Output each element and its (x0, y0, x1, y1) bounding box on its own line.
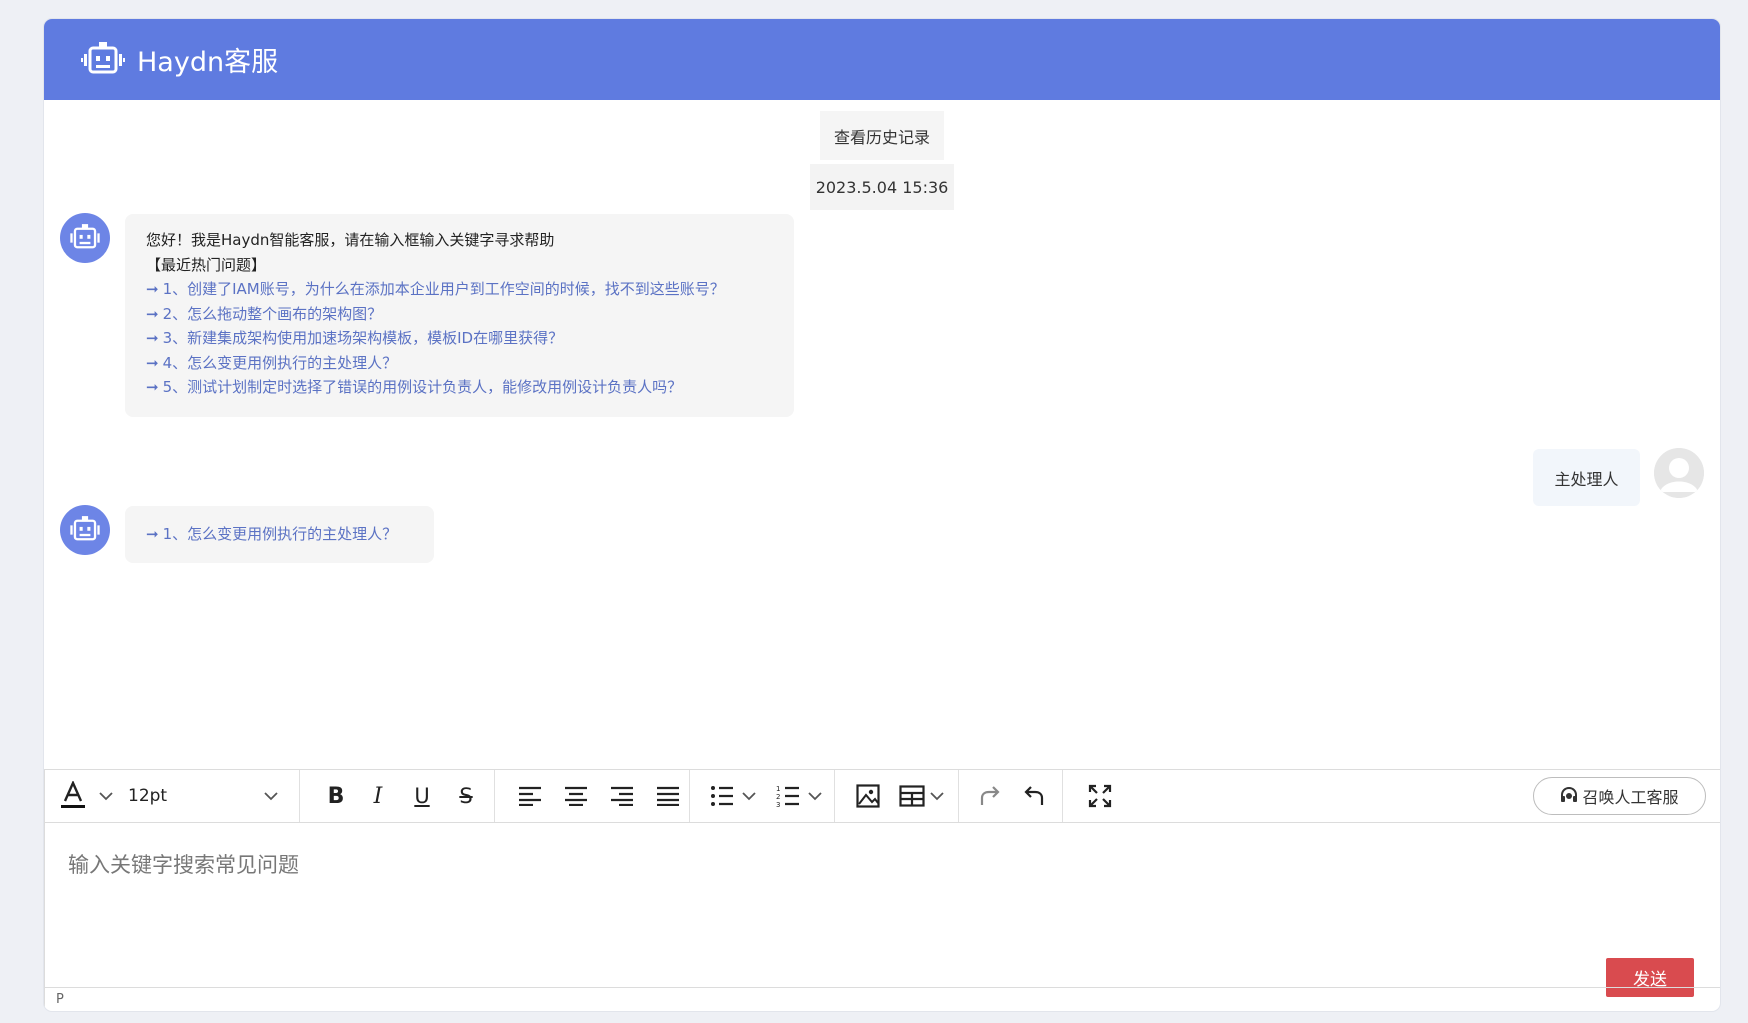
editor-statusbar: P (44, 987, 1720, 1011)
strikethrough-icon[interactable]: S (446, 770, 486, 822)
font-color-dropdown-icon[interactable] (96, 770, 116, 822)
arrow-right-icon: ➞ (146, 280, 159, 298)
table-dropdown-icon[interactable] (928, 770, 946, 822)
user-avatar-icon (1654, 448, 1704, 498)
summon-human-agent-label: 召唤人工客服 (1582, 788, 1679, 807)
arrow-right-icon: ➞ (146, 353, 159, 372)
bot-avatar (60, 213, 110, 263)
reply-question-link[interactable]: ➞ 1、怎么变更用例执行的主处理人？ (146, 522, 413, 547)
editor-toolbar: 12pt B I U S 123 召唤人工客服 (44, 769, 1720, 823)
align-right-icon[interactable] (602, 770, 642, 822)
hot-question-link[interactable]: ➞ 5、测试计划制定时选择了错误的用例设计负责人，能修改用例设计负责人吗？ (146, 375, 773, 400)
bot-reply-bubble: ➞ 1、怎么变更用例执行的主处理人？ (125, 506, 434, 563)
hot-question-link[interactable]: ➞ 4、怎么变更用例执行的主处理人？ (146, 351, 773, 376)
bot-welcome-bubble: 您好！我是Haydn智能客服，请在输入框输入关键字寻求帮助 【最近热门问题】 ➞… (125, 214, 794, 417)
font-size-select[interactable]: 12pt (128, 770, 278, 822)
editor-left-border (44, 769, 45, 1011)
svg-text:1: 1 (776, 785, 780, 793)
table-icon[interactable] (896, 770, 928, 822)
arrow-right-icon: ➞ (146, 304, 159, 323)
font-color-icon[interactable] (58, 770, 88, 822)
font-size-value: 12pt (128, 786, 168, 806)
bullet-list-icon[interactable] (704, 770, 740, 822)
align-center-icon[interactable] (556, 770, 596, 822)
fullscreen-icon[interactable] (1080, 770, 1120, 822)
header-bar: Haydn客服 (44, 19, 1720, 100)
robot-icon (70, 516, 100, 541)
italic-icon[interactable]: I (358, 770, 398, 822)
redo-icon[interactable] (970, 770, 1010, 822)
summon-human-agent-button[interactable]: 召唤人工客服 (1533, 777, 1706, 815)
app-title: Haydn客服 (137, 47, 279, 78)
svg-text:2: 2 (776, 793, 780, 801)
image-icon[interactable] (848, 770, 888, 822)
chat-area[interactable]: 查看历史记录 2023.5.04 15:36 您好！我是Haydn智能客服，请在… (44, 100, 1720, 787)
svg-text:3: 3 (776, 801, 780, 808)
bot-avatar (60, 505, 110, 555)
numbered-list-dropdown-icon[interactable] (806, 770, 824, 822)
align-justify-icon[interactable] (648, 770, 688, 822)
undo-icon[interactable] (1014, 770, 1054, 822)
view-history-button[interactable]: 查看历史记录 (820, 111, 944, 160)
robot-icon (70, 224, 100, 249)
hot-question-link[interactable]: ➞ 2、怎么拖动整个画布的架构图？ (146, 302, 773, 327)
bullet-list-dropdown-icon[interactable] (740, 770, 758, 822)
bold-icon[interactable]: B (316, 770, 356, 822)
message-timestamp: 2023.5.04 15:36 (810, 164, 954, 210)
chat-window: Haydn客服 查看历史记录 2023.5.04 15:36 您好！我是Hayd… (44, 19, 1720, 1011)
hot-questions-title: 【最近热门问题】 (146, 255, 267, 274)
underline-icon[interactable]: U (402, 770, 442, 822)
hot-question-link[interactable]: ➞ 3、新建集成架构使用加速场架构模板，模板ID在哪里获得？ (146, 326, 773, 351)
numbered-list-icon[interactable]: 123 (770, 770, 806, 822)
hot-question-link[interactable]: ➞ 1、创建了IAM账号，为什么在添加本企业用户到工作空间的时候，找不到这些账号？ (146, 277, 773, 302)
headset-icon (1561, 787, 1578, 802)
welcome-greeting: 您好！我是Haydn智能客服，请在输入框输入关键字寻求帮助 (146, 231, 555, 249)
arrow-right-icon: ➞ (146, 525, 159, 543)
editor-placeholder: 输入关键字搜索常见问题 (68, 853, 299, 877)
arrow-right-icon: ➞ (146, 378, 159, 396)
element-path[interactable]: P (56, 992, 64, 1007)
user-message-bubble: 主处理人 (1533, 449, 1640, 506)
chevron-down-icon (264, 792, 278, 801)
arrow-right-icon: ➞ (146, 329, 159, 347)
align-left-icon[interactable] (510, 770, 550, 822)
message-editor[interactable]: 输入关键字搜索常见问题 发送 (44, 823, 1720, 997)
robot-logo-icon (81, 40, 125, 80)
